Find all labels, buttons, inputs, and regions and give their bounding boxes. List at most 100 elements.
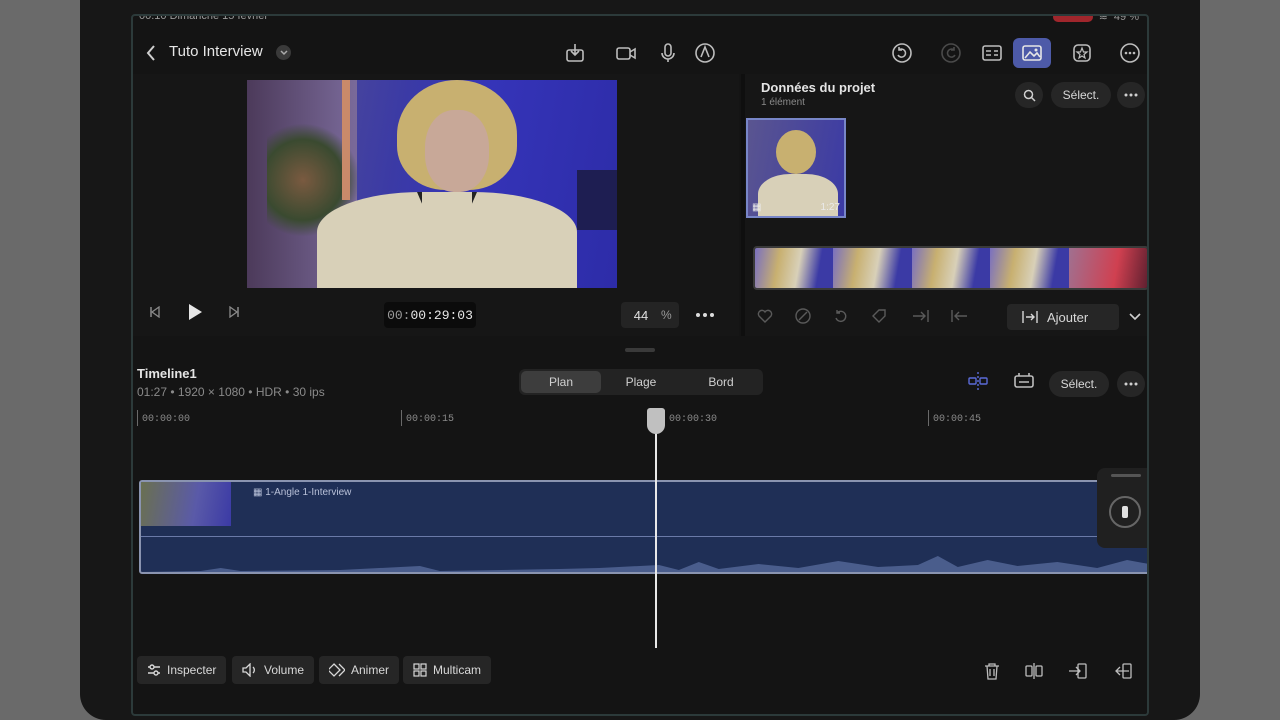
- delete-button[interactable]: [979, 658, 1005, 684]
- unrate-button[interactable]: [831, 306, 851, 326]
- insert-clip-icon: [1022, 311, 1038, 323]
- timeline-ruler[interactable]: 00:00:00 00:00:15 00:00:30 00:00:45: [133, 408, 1147, 430]
- arrow-in-icon: [1069, 663, 1087, 679]
- viewer-zoom[interactable]: 44 %: [621, 302, 679, 328]
- media-thumbnail[interactable]: ▦ 1:27: [746, 118, 846, 218]
- photo-icon: [1022, 45, 1042, 61]
- inspect-button[interactable]: Inspecter: [137, 656, 227, 684]
- video-viewer: 00: 00:29:03 44 %: [133, 74, 739, 336]
- browser-search-button[interactable]: [1015, 82, 1043, 108]
- split-icon: [1025, 663, 1043, 679]
- timeline-clip[interactable]: ▦ 1-Angle 1-Interview: [139, 480, 1147, 574]
- grid-icon: [413, 663, 427, 677]
- redo-button[interactable]: [936, 38, 966, 68]
- heart-icon: [757, 309, 773, 323]
- arrow-to-end-icon: [913, 310, 929, 322]
- resize-handle[interactable]: [625, 348, 655, 352]
- reject-button[interactable]: [793, 306, 813, 326]
- browser-tools: Ajouter: [745, 300, 1147, 330]
- media-browser: Données du projet 1 élément Sélect. ▦ 1:…: [745, 74, 1147, 336]
- insert-button[interactable]: [949, 306, 969, 326]
- viewer-more-button[interactable]: [691, 302, 719, 328]
- split-button[interactable]: [1021, 658, 1047, 684]
- playhead-timecode[interactable]: 00: 00:29:03: [384, 302, 476, 328]
- ruler-tick: 00:00:15: [401, 410, 454, 426]
- play-icon: [189, 304, 202, 320]
- skip-forward-button[interactable]: [222, 300, 246, 324]
- jog-wheel[interactable]: [1109, 496, 1141, 528]
- playhead-handle[interactable]: [647, 408, 665, 434]
- undo-button[interactable]: [887, 38, 917, 68]
- snapping-button[interactable]: [963, 366, 993, 396]
- tag-button[interactable]: [869, 306, 889, 326]
- arrow-to-start-icon: [951, 310, 967, 322]
- mode-bord[interactable]: Bord: [681, 371, 761, 393]
- play-button[interactable]: [183, 300, 207, 324]
- favorite-button[interactable]: [755, 306, 775, 326]
- reset-icon: [835, 310, 847, 323]
- ruler-tick: 00:00:45: [928, 410, 981, 426]
- append-button[interactable]: [911, 306, 931, 326]
- timeline-more-button[interactable]: [1117, 371, 1145, 397]
- draw-button[interactable]: [690, 38, 720, 68]
- recording-indicator: [1052, 16, 1093, 22]
- playhead-line[interactable]: [655, 408, 657, 648]
- effects-button[interactable]: [1067, 38, 1097, 68]
- transport-controls: 00: 00:29:03 44 %: [133, 290, 739, 336]
- search-icon: [1023, 89, 1036, 102]
- chevron-left-icon: [146, 45, 155, 61]
- replace-button[interactable]: [1110, 658, 1136, 684]
- top-toolbar: Tuto Interview: [133, 34, 1147, 72]
- animate-button[interactable]: Animer: [319, 656, 400, 684]
- jog-control: [1097, 468, 1147, 548]
- trash-icon: [985, 663, 999, 680]
- chevron-down-icon: [1129, 313, 1141, 321]
- add-to-timeline-button[interactable]: Ajouter: [1007, 304, 1119, 330]
- timeline-select-button[interactable]: Sélect.: [1049, 371, 1109, 397]
- snapping-icon: [968, 372, 988, 390]
- camera-button[interactable]: [611, 38, 641, 68]
- add-options-button[interactable]: [1121, 304, 1147, 330]
- project-title[interactable]: Tuto Interview: [169, 43, 263, 60]
- clip-thumbnail: [141, 482, 231, 526]
- clip-filmstrip[interactable]: [753, 246, 1147, 290]
- clip-appearance-button[interactable]: [1009, 366, 1039, 396]
- skip-back-button[interactable]: [143, 300, 167, 324]
- ruler-tick: 00:00:30: [664, 410, 717, 426]
- browser-title: Données du projet: [761, 80, 876, 95]
- browser-select-button[interactable]: Sélect.: [1051, 82, 1111, 108]
- multicam-button[interactable]: Multicam: [403, 656, 492, 684]
- undo-icon: [892, 43, 912, 63]
- app-screen: 00:10 Dimanche 15 février ≋ 49 % Tuto In…: [131, 14, 1149, 716]
- skip-forward-icon: [229, 306, 239, 318]
- mode-plan[interactable]: Plan: [521, 371, 601, 393]
- video-camera-icon: [616, 47, 636, 60]
- volume-button[interactable]: Volume: [232, 656, 315, 684]
- more-options-button[interactable]: [1115, 38, 1145, 68]
- edit-mode-selector: Plan Plage Bord: [519, 369, 763, 395]
- microphone-icon: [661, 43, 675, 62]
- redo-icon: [941, 43, 961, 63]
- audio-waveform: [141, 556, 1147, 572]
- inspector-toggle[interactable]: [977, 38, 1007, 68]
- media-browser-toggle[interactable]: [1013, 38, 1051, 68]
- ellipsis-icon: [696, 313, 714, 317]
- tag-icon: [872, 309, 886, 323]
- ellipsis-icon: [1124, 382, 1138, 386]
- mode-plage[interactable]: Plage: [601, 371, 681, 393]
- detach-audio-button[interactable]: [1065, 658, 1091, 684]
- star-badge-icon: [1073, 44, 1091, 62]
- status-time: 00:10 Dimanche 15 février: [139, 14, 269, 22]
- project-menu-button[interactable]: [276, 45, 291, 60]
- browser-more-button[interactable]: [1117, 82, 1145, 108]
- keyframe-icon: [329, 663, 345, 677]
- pen-tip-icon: [695, 43, 715, 63]
- voiceover-button[interactable]: [653, 38, 683, 68]
- back-button[interactable]: [139, 40, 163, 66]
- import-button[interactable]: [560, 38, 590, 68]
- download-icon: [566, 44, 584, 62]
- timeline-name: Timeline1: [137, 366, 197, 381]
- chevron-down-icon: [279, 49, 288, 55]
- video-preview[interactable]: [247, 80, 617, 288]
- inspector-icon: [982, 45, 1002, 61]
